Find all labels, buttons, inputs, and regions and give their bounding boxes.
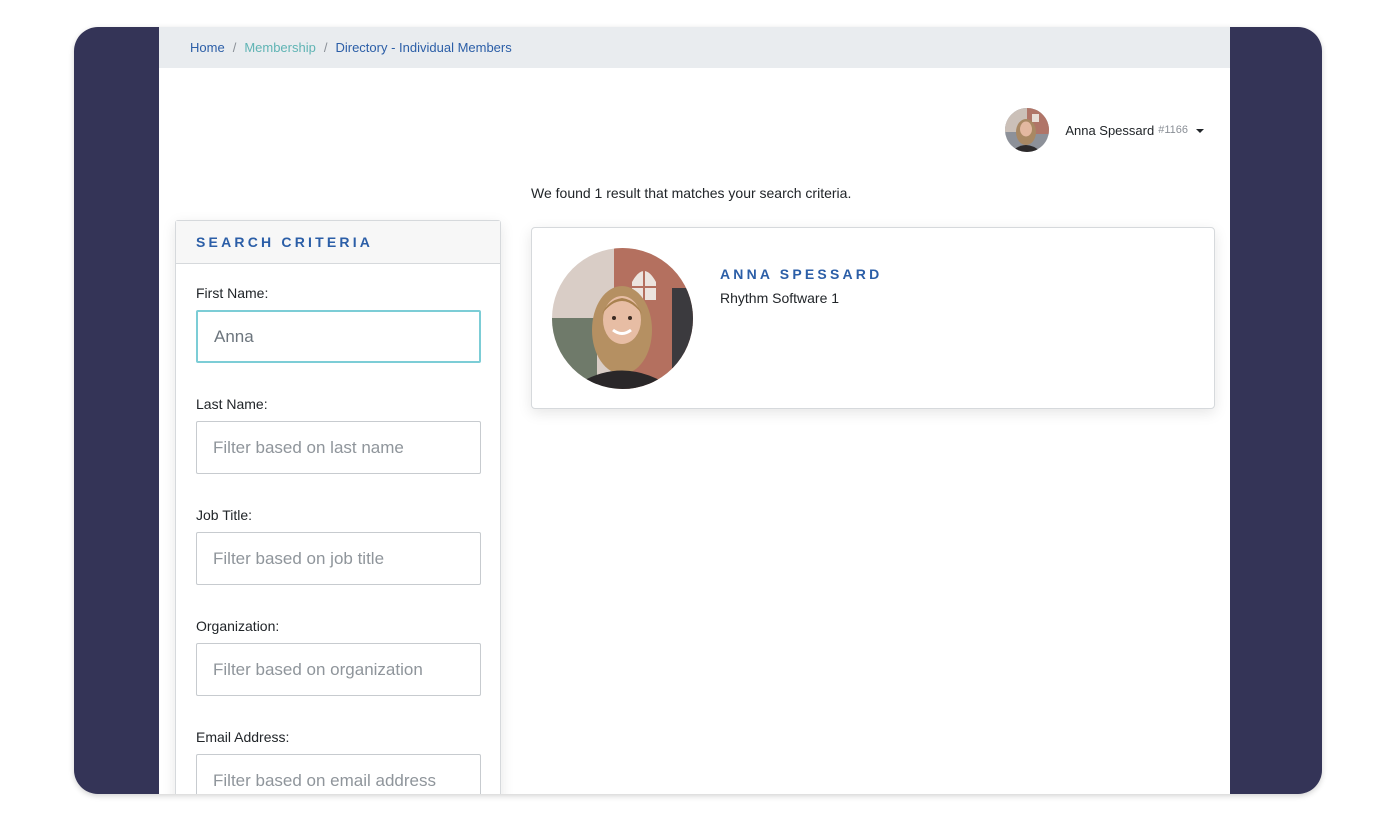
member-photo-image <box>552 248 693 389</box>
member-organization: Rhythm Software 1 <box>720 290 840 306</box>
email-field: Email Address: <box>196 729 481 794</box>
breadcrumb-home-link[interactable]: Home <box>190 40 225 55</box>
job-title-label: Job Title: <box>196 507 253 523</box>
search-form: First Name: Last Name: Job Title: Organi… <box>176 264 500 794</box>
breadcrumb: Home / Membership / Directory - Individu… <box>159 27 1230 68</box>
search-panel-header: SEARCH CRITERIA <box>176 221 500 264</box>
first-name-input[interactable] <box>196 310 481 363</box>
first-name-label: First Name: <box>196 285 269 301</box>
job-title-input[interactable] <box>196 532 481 585</box>
user-avatar[interactable] <box>1005 108 1050 152</box>
user-id: #1166 <box>1158 124 1188 136</box>
member-photo[interactable] <box>552 248 693 389</box>
caret-down-icon[interactable] <box>1196 129 1204 133</box>
member-result-card[interactable]: ANNA SPESSARD Rhythm Software 1 <box>531 227 1215 409</box>
results-count-message: We found 1 result that matches your sear… <box>531 185 852 201</box>
last-name-label: Last Name: <box>196 396 268 412</box>
organization-label: Organization: <box>196 618 280 634</box>
user-menu-toggle[interactable]: Anna Spessard #1166 <box>1005 108 1204 152</box>
organization-field: Organization: <box>196 618 481 696</box>
breadcrumb-separator: / <box>232 40 237 55</box>
breadcrumb-membership-link[interactable]: Membership <box>244 40 316 55</box>
organization-input[interactable] <box>196 643 481 696</box>
page-content: Home / Membership / Directory - Individu… <box>159 27 1230 794</box>
search-panel-title: SEARCH CRITERIA <box>196 234 374 250</box>
app-frame: Home / Membership / Directory - Individu… <box>74 27 1322 794</box>
first-name-field: First Name: <box>196 285 481 363</box>
user-avatar-photo <box>1005 108 1050 152</box>
email-input[interactable] <box>196 754 481 794</box>
last-name-field: Last Name: <box>196 396 481 474</box>
breadcrumb-current-page: Directory - Individual Members <box>335 40 512 55</box>
member-name-link[interactable]: ANNA SPESSARD <box>720 266 882 282</box>
job-title-field: Job Title: <box>196 507 481 585</box>
breadcrumb-separator: / <box>323 40 328 55</box>
email-label: Email Address: <box>196 729 290 745</box>
last-name-input[interactable] <box>196 421 481 474</box>
search-criteria-panel: SEARCH CRITERIA First Name: Last Name: J… <box>175 220 501 794</box>
user-name[interactable]: Anna Spessard <box>1065 123 1154 138</box>
